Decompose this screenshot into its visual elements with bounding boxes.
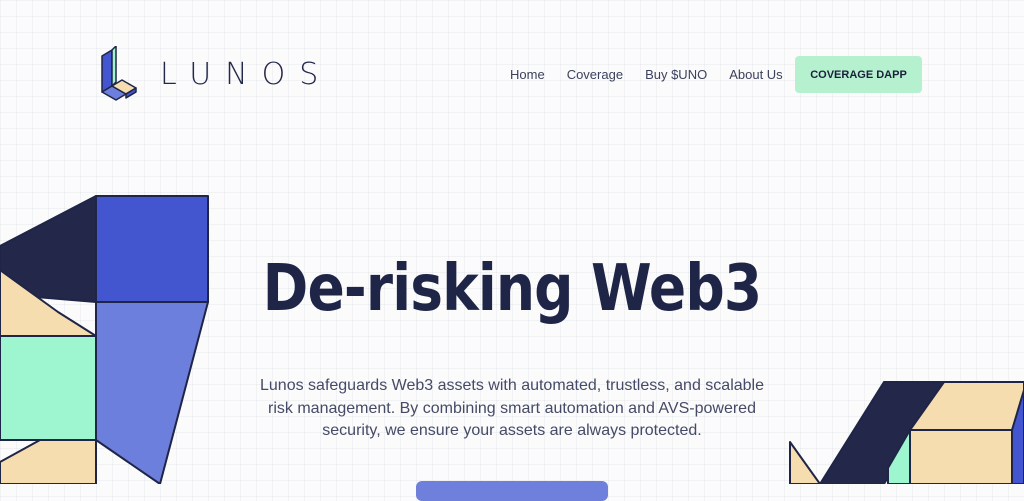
- logo-link[interactable]: LUNOS: [100, 46, 332, 102]
- nav-coverage[interactable]: Coverage: [567, 67, 623, 82]
- nav-buy-uno[interactable]: Buy $UNO: [645, 67, 707, 82]
- hero-description: Lunos safeguards Web3 assets with automa…: [260, 377, 764, 439]
- nav-home[interactable]: Home: [510, 67, 545, 82]
- lunos-logo-icon: [101, 46, 137, 101]
- coverage-dapp-button[interactable]: COVERAGE DAPP: [795, 56, 922, 93]
- hero-primary-button[interactable]: [416, 481, 608, 501]
- hero-decoration-left: [0, 195, 209, 484]
- nav-about-us[interactable]: About Us: [729, 67, 782, 82]
- hero-decoration-right: [789, 381, 1024, 484]
- hero-title: De-risking Web3: [262, 252, 763, 326]
- site-header: LUNOS Home Coverage Buy $UNO About Us CO…: [0, 0, 1024, 150]
- logo-wordmark: LUNOS: [160, 56, 333, 92]
- main-nav: Home Coverage Buy $UNO About Us: [510, 56, 783, 93]
